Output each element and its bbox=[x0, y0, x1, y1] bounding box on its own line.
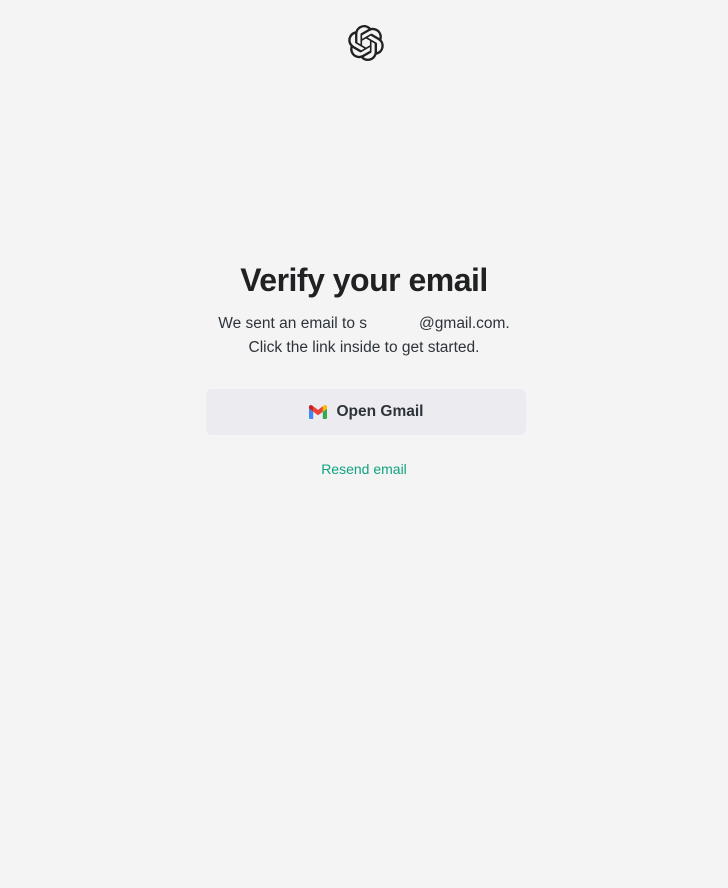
verify-description: We sent an email to s @gmail.com. Click t… bbox=[0, 312, 728, 360]
verify-email-section: Verify your email We sent an email to s @… bbox=[0, 260, 728, 360]
email-domain: @gmail.com. bbox=[419, 315, 510, 332]
open-gmail-button[interactable]: Open Gmail bbox=[206, 389, 526, 435]
open-gmail-label: Open Gmail bbox=[336, 403, 424, 420]
resend-email-row: Resend email bbox=[0, 461, 728, 479]
page-title: Verify your email bbox=[240, 262, 488, 298]
email-sent-line: We sent an email to s @gmail.com. bbox=[0, 312, 728, 336]
get-started-line: Click the link inside to get started. bbox=[248, 339, 480, 356]
email-sent-prefix: We sent an email to s bbox=[218, 315, 368, 332]
resend-email-link[interactable]: Resend email bbox=[321, 461, 407, 477]
gmail-icon bbox=[308, 405, 327, 419]
openai-logo-icon bbox=[348, 25, 384, 61]
